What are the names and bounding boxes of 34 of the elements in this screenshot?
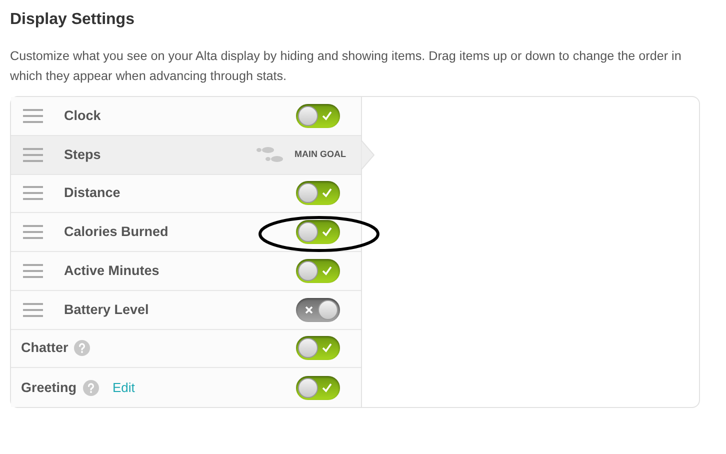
page-title: Display Settings	[10, 10, 136, 30]
setting-label: Greeting	[21, 378, 77, 397]
setting-label: Calories Burned	[64, 223, 168, 241]
setting-row[interactable]: Calories Burned	[11, 213, 361, 252]
toggle-switch[interactable]	[296, 258, 340, 283]
setting-label: Active Minutes	[64, 262, 160, 280]
drag-handle-icon[interactable]	[23, 302, 43, 317]
setting-row[interactable]: Clock	[11, 97, 361, 136]
toggle-switch[interactable]	[296, 220, 340, 244]
drag-handle-icon[interactable]	[23, 264, 43, 278]
help-icon[interactable]	[74, 340, 90, 356]
help-icon[interactable]	[82, 380, 99, 396]
footprints-icon	[254, 146, 284, 164]
setting-label: Distance	[64, 184, 120, 202]
setting-row[interactable]: Distance	[11, 174, 361, 214]
setting-label: Battery Level	[64, 300, 149, 319]
setting-row[interactable]: Chatter	[11, 330, 361, 368]
toggle-switch[interactable]	[296, 336, 340, 360]
drag-handle-icon[interactable]	[23, 225, 43, 240]
toggle-switch[interactable]	[296, 298, 340, 322]
toggle-switch[interactable]	[296, 376, 340, 400]
setting-row[interactable]: Greeting Edit	[11, 368, 361, 407]
drag-handle-icon[interactable]	[23, 186, 43, 200]
setting-row[interactable]: Active Minutes	[11, 252, 361, 291]
setting-label: Chatter	[21, 339, 68, 358]
setting-row[interactable]: Battery Level	[11, 290, 361, 330]
setting-label: Clock	[64, 106, 101, 125]
toggle-switch[interactable]	[296, 181, 340, 206]
goal-label: MAIN GOAL	[294, 148, 346, 161]
toggle-switch[interactable]	[296, 104, 340, 128]
drag-handle-icon[interactable]	[23, 148, 43, 162]
drag-handle-icon[interactable]	[23, 108, 43, 123]
setting-label: Steps	[64, 146, 101, 164]
description: Customize what you see on your Alta display by hiding and showing items. Drag items up or down to change the order in which they appear when advancing through stats.	[10, 48, 682, 85]
